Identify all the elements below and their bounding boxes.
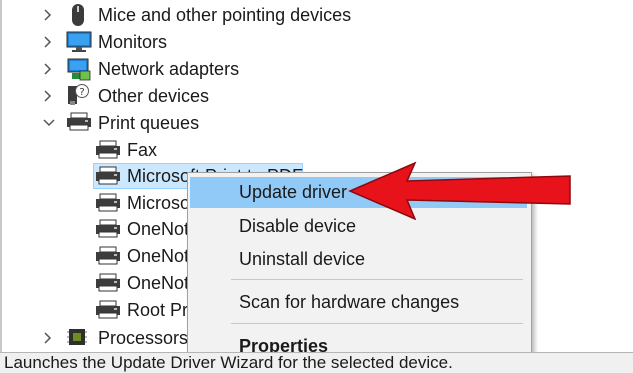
printer-icon xyxy=(95,300,120,322)
printer-icon xyxy=(95,246,120,268)
monitor-icon xyxy=(66,31,92,53)
menu-item-scan-hardware[interactable]: Scan for hardware changes xyxy=(190,287,527,318)
printer-icon xyxy=(95,219,120,241)
printer-icon xyxy=(95,166,120,188)
svg-text:?: ? xyxy=(79,87,84,98)
menu-separator xyxy=(231,279,523,280)
tree-item-label: Processors xyxy=(98,328,189,348)
tree-item-print-queues[interactable]: Print queues xyxy=(0,110,633,137)
chevron-down-icon[interactable] xyxy=(42,116,56,130)
tree-item-label: Print queues xyxy=(98,113,200,133)
processor-icon xyxy=(66,326,90,348)
chevron-right-icon[interactable] xyxy=(41,8,55,22)
tree-item-label: Other devices xyxy=(98,86,210,106)
printer-icon xyxy=(66,112,91,134)
menu-item-label: Update driver xyxy=(239,182,348,202)
tree-item-mice[interactable]: Mice and other pointing devices xyxy=(0,2,633,29)
chevron-right-icon[interactable] xyxy=(41,35,55,49)
menu-item-label: Scan for hardware changes xyxy=(239,292,460,312)
chevron-right-icon[interactable] xyxy=(41,331,55,345)
tree-item-label: Mice and other pointing devices xyxy=(98,5,352,25)
mouse-icon xyxy=(66,3,90,26)
printer-icon xyxy=(95,140,120,162)
chevron-right-icon[interactable] xyxy=(41,62,55,76)
status-bar-text: Launches the Update Driver Wizard for th… xyxy=(4,353,453,372)
tree-item-label: Monitors xyxy=(98,32,168,52)
menu-item-uninstall-device[interactable]: Uninstall device xyxy=(190,244,527,275)
network-adapter-icon xyxy=(66,57,91,81)
printer-icon xyxy=(95,273,120,295)
menu-separator xyxy=(231,323,523,324)
menu-item-label: Uninstall device xyxy=(239,249,366,269)
red-arrow-annotation xyxy=(348,161,571,220)
unknown-device-icon: ? xyxy=(66,83,90,105)
tree-item-network-adapters[interactable]: Network adapters xyxy=(0,56,633,83)
printer-icon xyxy=(95,193,120,215)
tree-item-label: Network adapters xyxy=(98,59,240,79)
chevron-right-icon[interactable] xyxy=(41,89,55,103)
tree-item-label: Fax xyxy=(127,140,158,160)
status-bar: Launches the Update Driver Wizard for th… xyxy=(0,352,633,373)
tree-item-other-devices[interactable]: ? Other devices xyxy=(0,83,633,110)
tree-item-monitors[interactable]: Monitors xyxy=(0,29,633,56)
menu-item-label: Disable device xyxy=(239,216,357,236)
